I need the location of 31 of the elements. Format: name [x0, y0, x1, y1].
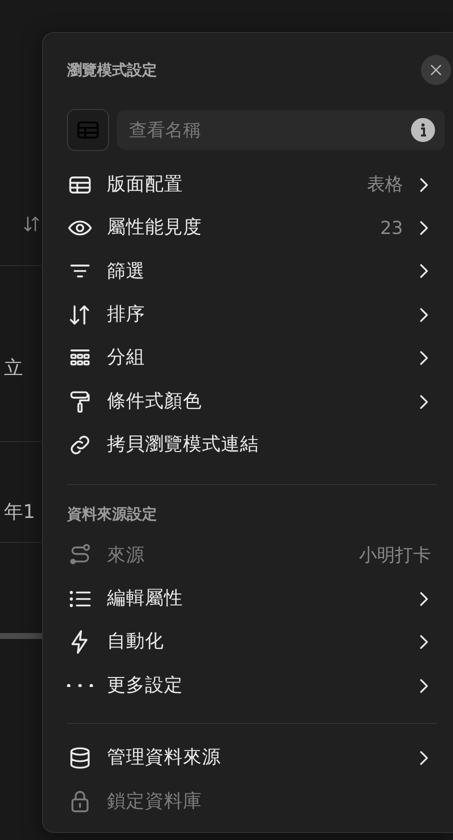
menu-item[interactable]: 拷貝瀏覽模式連結	[67, 423, 431, 467]
table-cell-text: 年1	[3, 500, 36, 524]
chevron-icon	[417, 392, 431, 411]
menu-item[interactable]: 分組	[67, 336, 431, 380]
view-name-field[interactable]: 查看名稱	[117, 110, 445, 150]
menu-item[interactable]: 管理資料來源	[67, 736, 431, 780]
menu-item[interactable]: 編輯屬性	[67, 577, 431, 621]
sort-icon[interactable]	[22, 214, 42, 234]
panel-title: 瀏覽模式設定	[67, 60, 157, 81]
menu-item[interactable]: 條件式顏色	[67, 380, 431, 424]
menu-item[interactable]: 篩選	[67, 250, 431, 294]
chevron-icon	[417, 219, 431, 238]
chevron-icon	[417, 262, 431, 280]
menu-item[interactable]: 屬性能見度 23	[67, 206, 431, 250]
close-button[interactable]	[421, 55, 451, 85]
info-icon	[411, 118, 435, 142]
chevron-icon	[417, 349, 431, 368]
chevron-icon	[417, 590, 431, 608]
menu-item[interactable]: 更多設定	[67, 664, 431, 708]
menu-item[interactable]: 排序	[67, 293, 431, 337]
chevron-icon	[417, 633, 431, 652]
chevron-icon	[417, 306, 431, 324]
menu-item[interactable]: 版面配置 表格	[67, 163, 431, 206]
view-name-input[interactable]: 查看名稱	[127, 116, 411, 144]
column-header: 立	[3, 356, 23, 381]
chevron-icon	[417, 176, 431, 194]
chevron-icon	[417, 676, 431, 695]
more-icon	[67, 684, 93, 688]
chevron-icon	[417, 748, 431, 767]
menu-item[interactable]: 自動化	[67, 620, 431, 664]
section-title: 資料來源設定	[67, 504, 157, 525]
